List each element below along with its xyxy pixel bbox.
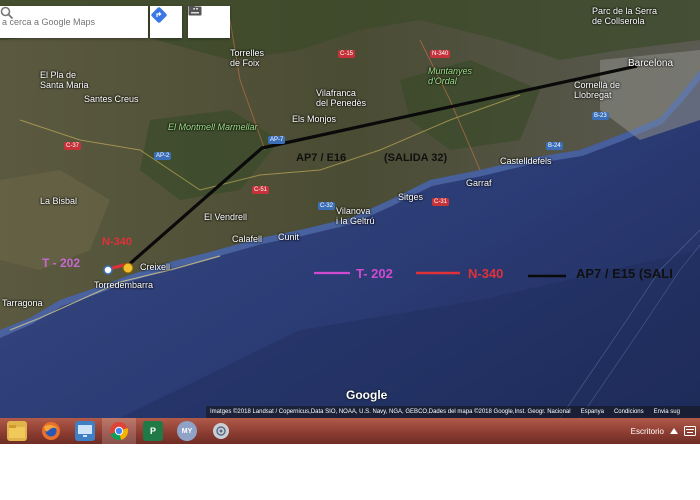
label-tarragona[interactable]: Tarragona bbox=[2, 298, 43, 308]
desktop-label[interactable]: Escritorio bbox=[631, 427, 664, 436]
annotation-salida-32: (SALIDA 32) bbox=[384, 152, 448, 164]
label-cunit[interactable]: Cunit bbox=[278, 232, 299, 242]
search-box bbox=[0, 6, 148, 38]
taskbar-my-app[interactable]: MY bbox=[170, 418, 204, 444]
road-badge-c31: C-31 bbox=[432, 198, 450, 206]
road-badge-c32: C-32 bbox=[318, 202, 336, 210]
road-badge-c51: C-51 bbox=[252, 186, 270, 194]
road-badge-c15: C-15 bbox=[338, 50, 356, 58]
map-view[interactable]: Barcelona Tarragona Torredembarra Sitges… bbox=[0, 0, 700, 418]
road-badge-c37: C-37 bbox=[64, 142, 82, 150]
label-barcelona[interactable]: Barcelona bbox=[628, 58, 673, 69]
route-marker[interactable] bbox=[122, 262, 134, 274]
search-button[interactable] bbox=[0, 6, 144, 38]
label-castelldefels[interactable]: Castelldefels bbox=[500, 156, 552, 166]
remote-desktop-icon bbox=[75, 421, 95, 441]
taskbar-file-explorer[interactable] bbox=[0, 418, 34, 444]
google-logo: Google bbox=[346, 388, 388, 402]
chrome-icon bbox=[109, 421, 129, 441]
file-explorer-icon bbox=[7, 421, 27, 441]
taskbar-network-app[interactable] bbox=[204, 418, 238, 444]
screen: Barcelona Tarragona Torredembarra Sitges… bbox=[0, 0, 700, 500]
legend-t202-label: T- 202 bbox=[356, 266, 393, 281]
road-badge-b24: B-24 bbox=[546, 142, 563, 150]
legend-n340-label: N-340 bbox=[468, 266, 504, 281]
attribution-imagery: Imatges ©2018 Landsat / Copernicus,Data … bbox=[210, 409, 571, 415]
system-tray: Escritorio bbox=[631, 418, 700, 444]
route-start-marker[interactable] bbox=[103, 265, 113, 275]
search-input[interactable] bbox=[0, 17, 118, 27]
directions-button[interactable] bbox=[150, 6, 182, 38]
label-garraf[interactable]: Garraf bbox=[466, 178, 492, 188]
label-torredembarra[interactable]: Torredembarra bbox=[94, 280, 153, 290]
label-creixell[interactable]: Creixell bbox=[140, 262, 170, 272]
label-calafell[interactable]: Calafell bbox=[232, 234, 262, 244]
my-app-icon: MY bbox=[177, 421, 197, 441]
label-lapobla[interactable]: El Pla de Santa Maria bbox=[40, 70, 89, 90]
network-app-icon bbox=[211, 421, 231, 441]
attribution-feedback[interactable]: Envia sug bbox=[654, 409, 680, 415]
label-sitges[interactable]: Sitges bbox=[398, 192, 423, 202]
label-cornella[interactable]: Cornellà de Llobregat bbox=[574, 80, 620, 100]
label-serra[interactable]: Parc de la Serra de Collserola bbox=[592, 6, 657, 26]
road-badge-ap7: AP-7 bbox=[268, 136, 286, 144]
directions-icon bbox=[151, 7, 167, 23]
label-vendrell[interactable]: El Vendrell bbox=[204, 212, 247, 222]
attribution-terms[interactable]: Condicions bbox=[614, 409, 644, 415]
publisher-icon: P bbox=[143, 421, 163, 441]
chevron-down-icon bbox=[188, 6, 195, 11]
annotation-ap7-e16: AP7 / E16 bbox=[296, 152, 347, 164]
label-santcreus[interactable]: Santes Creus bbox=[84, 94, 139, 104]
label-elsmonjos[interactable]: Els Monjos bbox=[292, 114, 336, 124]
taskbar: P MY Escritorio bbox=[0, 418, 700, 444]
taskbar-chrome[interactable] bbox=[102, 418, 136, 444]
firefox-icon bbox=[41, 421, 61, 441]
road-badge-ap2: AP-2 bbox=[154, 152, 172, 160]
keyboard-button[interactable] bbox=[188, 6, 230, 38]
label-vilafranca[interactable]: Vilafranca del Penedès bbox=[316, 88, 366, 108]
taskbar-remote-desktop[interactable] bbox=[68, 418, 102, 444]
road-badge-b23: B-23 bbox=[592, 112, 609, 120]
legend-ap7-label: AP7 / E15 (SALI bbox=[576, 266, 673, 281]
taskbar-firefox[interactable] bbox=[34, 418, 68, 444]
label-vilanova[interactable]: Vilanova i la Geltrú bbox=[336, 206, 375, 226]
label-labisbal[interactable]: La Bisbal bbox=[40, 196, 77, 206]
road-badge-n340: N-340 bbox=[430, 50, 451, 58]
label-montmell[interactable]: El Montmell Marmellar bbox=[168, 122, 258, 132]
annotation-n340-map: N-340 bbox=[102, 236, 132, 248]
search-icon bbox=[0, 6, 14, 20]
attribution-country[interactable]: Espanya bbox=[581, 409, 604, 415]
chevron-up-icon[interactable] bbox=[670, 428, 678, 434]
label-muntanyes[interactable]: Muntanyes d'Ordal bbox=[428, 66, 472, 86]
annotation-t202-map: T - 202 bbox=[42, 256, 81, 270]
label-torrellesfoix[interactable]: Torrelles de Foix bbox=[230, 48, 264, 68]
keyboard-icon[interactable] bbox=[684, 426, 696, 436]
attribution-bar: Imatges ©2018 Landsat / Copernicus,Data … bbox=[206, 406, 700, 418]
taskbar-publisher[interactable]: P bbox=[136, 418, 170, 444]
